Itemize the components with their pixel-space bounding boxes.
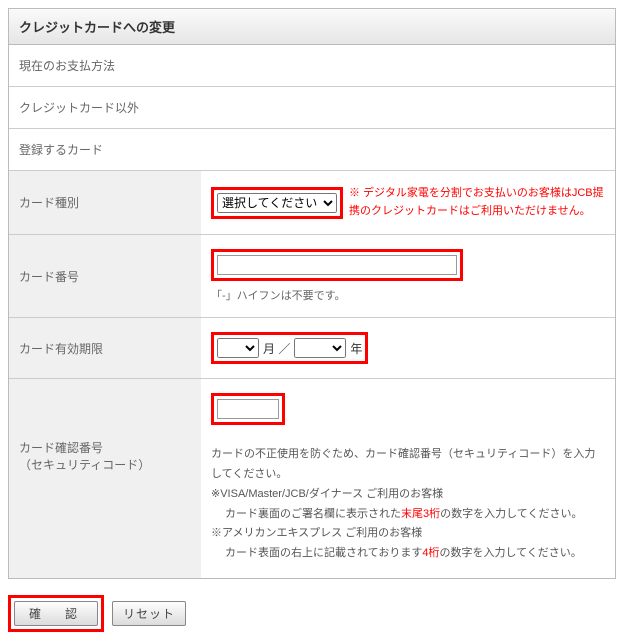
highlight-card-type: 選択してください (211, 187, 343, 219)
highlight-confirm: 確 認 (8, 595, 104, 632)
highlight-security-code (211, 393, 285, 425)
security-desc: カードの不正使用を防ぐため、カード確認番号（セキュリティコード）を入力してくださ… (211, 445, 605, 564)
row-expiry: カード有効期限 月 ／ 年 (9, 318, 615, 379)
expiry-label: カード有効期限 (9, 318, 201, 378)
security-code-label: カード確認番号 （セキュリティコード） (9, 379, 201, 578)
row-card-type: カード種別 選択してください ※ デジタル家電を分割でお支払いのお客様はJCB提… (9, 171, 615, 235)
current-payment-label: 現在のお支払方法 (9, 45, 615, 87)
card-type-label: カード種別 (9, 171, 201, 234)
highlight-card-number (211, 249, 463, 281)
row-card-number: カード番号 「-」ハイフンは不要です。 (9, 235, 615, 318)
card-type-warning: ※ デジタル家電を分割でお支払いのお客様はJCB提携のクレジットカードはご利用い… (349, 185, 605, 220)
current-payment-value: クレジットカード以外 (9, 87, 615, 129)
register-card-label: 登録するカード (9, 129, 615, 171)
panel-title: クレジットカードへの変更 (9, 9, 615, 45)
expiry-year-select[interactable] (294, 338, 346, 358)
card-number-hint: 「-」ハイフンは不要です。 (211, 287, 605, 303)
expiry-year-suffix: 年 (350, 340, 362, 357)
expiry-month-suffix: 月 ／ (263, 340, 290, 357)
card-type-select[interactable]: 選択してください (217, 193, 337, 213)
row-security-code: カード確認番号 （セキュリティコード） カードの不正使用を防ぐため、カード確認番… (9, 379, 615, 578)
card-number-label: カード番号 (9, 235, 201, 317)
highlight-expiry: 月 ／ 年 (211, 332, 368, 364)
security-code-input[interactable] (217, 399, 279, 419)
button-row: 確 認 リセット (8, 595, 616, 632)
reset-button[interactable]: リセット (112, 601, 186, 626)
card-number-input[interactable] (217, 255, 457, 275)
form-panel: クレジットカードへの変更 現在のお支払方法 クレジットカード以外 登録するカード… (8, 8, 616, 579)
expiry-month-select[interactable] (217, 338, 259, 358)
confirm-button[interactable]: 確 認 (14, 601, 98, 626)
